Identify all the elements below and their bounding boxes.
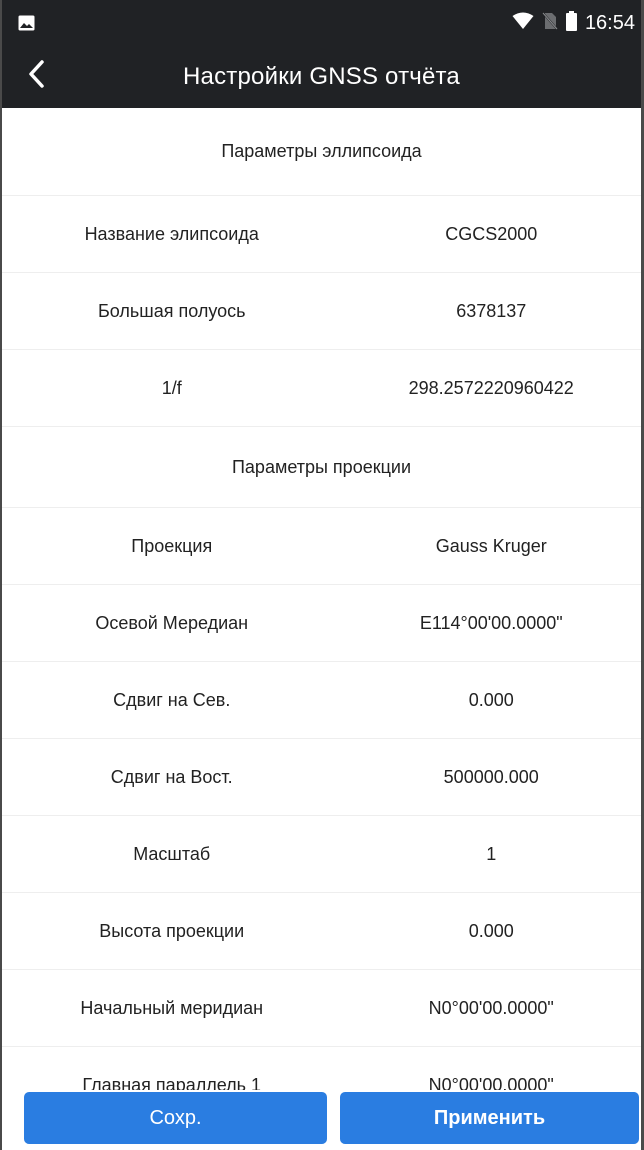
image-notification-icon xyxy=(18,15,35,31)
row-value: 1 xyxy=(486,843,497,864)
row-label: Большая полуось xyxy=(97,300,246,321)
row-value: 500000.000 xyxy=(443,766,539,787)
back-button[interactable] xyxy=(14,54,58,98)
apply-button[interactable]: Применить xyxy=(340,1092,639,1144)
row-value: 0.000 xyxy=(468,920,514,941)
row-scale[interactable]: Масштаб 1 xyxy=(2,816,641,893)
row-inverse-flattening[interactable]: 1/f 298.2572220960422 xyxy=(2,350,641,427)
row-value: N0°00'00.0000" xyxy=(428,1074,554,1091)
status-icons: 16:54 xyxy=(512,0,635,46)
save-button[interactable]: Сохр. xyxy=(24,1092,327,1144)
row-projection[interactable]: Проекция Gauss Kruger xyxy=(2,508,641,585)
row-label: Высота проекции xyxy=(99,920,245,941)
screen: 16:54 Настройки GNSS отчёта Параметры эл… xyxy=(0,0,644,1150)
row-value: 6378137 xyxy=(456,300,527,321)
row-value: E114°00'00.0000" xyxy=(419,612,563,633)
bottom-action-bar: Сохр. Применить xyxy=(2,1090,641,1150)
section-header-projection: Параметры проекции xyxy=(2,427,641,508)
row-label: Сдвиг на Вост. xyxy=(110,766,233,787)
row-value: N0°00'00.0000" xyxy=(428,997,554,1018)
row-label: Осевой Мередиан xyxy=(95,612,249,633)
row-value: 0.000 xyxy=(468,689,514,710)
row-label: Сдвиг на Сев. xyxy=(113,689,231,710)
wifi-icon xyxy=(512,12,534,34)
section-header-ellipsoid: Параметры эллипсоида xyxy=(2,108,641,196)
row-projection-height[interactable]: Высота проекции 0.000 xyxy=(2,893,641,970)
row-ellipsoid-name[interactable]: Название элипсоида CGCS2000 xyxy=(2,196,641,273)
row-value: 298.2572220960422 xyxy=(408,377,574,398)
no-sim-icon xyxy=(542,12,558,34)
row-false-easting[interactable]: Сдвиг на Вост. 500000.000 xyxy=(2,739,641,816)
page-title: Настройки GNSS отчёта xyxy=(183,63,460,90)
app-bar: Настройки GNSS отчёта xyxy=(2,46,641,108)
row-label: Начальный меридиан xyxy=(80,997,264,1018)
chevron-left-icon xyxy=(26,59,46,93)
row-false-northing[interactable]: Сдвиг на Сев. 0.000 xyxy=(2,662,641,739)
row-label: Проекция xyxy=(131,535,213,556)
row-label: Название элипсоида xyxy=(84,223,259,244)
settings-list[interactable]: Параметры эллипсоида Название элипсоида … xyxy=(2,108,641,1090)
row-label: Масштаб xyxy=(133,843,211,864)
row-central-meridian[interactable]: Осевой Мередиан E114°00'00.0000" xyxy=(2,585,641,662)
row-semi-major-axis[interactable]: Большая полуось 6378137 xyxy=(2,273,641,350)
row-standard-parallel-1[interactable]: Главная параллель 1 N0°00'00.0000" xyxy=(2,1047,641,1091)
row-origin-latitude[interactable]: Начальный меридиан N0°00'00.0000" xyxy=(2,970,641,1047)
row-value: Gauss Kruger xyxy=(435,535,547,556)
battery-icon xyxy=(565,11,577,35)
row-label: 1/f xyxy=(161,377,182,398)
row-label: Главная параллель 1 xyxy=(82,1074,262,1091)
status-time: 16:54 xyxy=(584,11,635,34)
status-bar: 16:54 xyxy=(2,0,641,46)
row-value: CGCS2000 xyxy=(445,223,538,244)
